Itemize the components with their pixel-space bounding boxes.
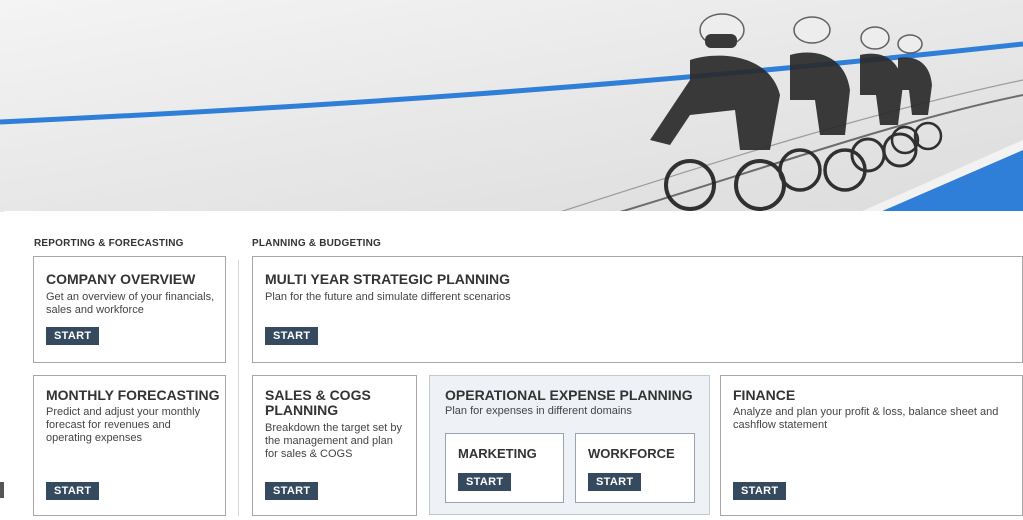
tile-description: sales and workforce [46,304,144,316]
tile-marketing[interactable]: MARKETING START [445,433,564,503]
tile-description: forecast for revenues and [46,419,171,431]
tile-description: the management and plan [265,435,393,447]
section-divider [238,260,239,516]
tile-finance[interactable]: FINANCE Analyze and plan your profit & l… [720,375,1023,516]
tile-description: cashflow statement [733,419,828,431]
tile-title: MONTHLY FORECASTING [46,387,220,403]
tile-description: Get an overview of your financials, [46,291,215,303]
tile-title: COMPANY OVERVIEW [46,271,196,287]
start-button[interactable]: START [458,473,512,491]
tile-title: FINANCE [733,387,796,403]
tile-sales-cogs-planning[interactable]: SALES & COGS PLANNING Breakdown the targ… [252,375,417,516]
start-button[interactable]: START [733,482,787,500]
section-title-planning: PLANNING & BUDGETING [252,238,381,249]
tile-title: MULTI YEAR STRATEGIC PLANNING [265,271,510,287]
hero-banner-image [0,0,1023,212]
scroll-edge-handle [0,482,4,498]
tile-monthly-forecasting[interactable]: MONTHLY FORECASTING Predict and adjust y… [33,375,226,516]
start-button[interactable]: START [588,473,642,491]
start-button[interactable]: START [265,482,319,500]
tile-description: for sales & COGS [265,448,353,460]
tile-description: Breakdown the target set by [265,422,402,434]
tile-title: SALES & COGS [265,387,371,403]
tile-description: operating expenses [46,432,143,444]
start-button[interactable]: START [46,327,100,345]
tile-workforce[interactable]: WORKFORCE START [575,433,695,503]
tile-group-operational-expense-planning: OPERATIONAL EXPENSE PLANNING Plan for ex… [429,375,710,515]
tile-title: WORKFORCE [588,446,675,461]
track-cycling-illustration [0,13,1023,212]
start-button[interactable]: START [46,482,100,500]
section-title-reporting: REPORTING & FORECASTING [34,238,184,249]
tile-title: MARKETING [458,446,537,461]
tile-description: Analyze and plan your profit & loss, bal… [733,406,999,418]
tile-title: PLANNING [265,402,339,418]
group-title: OPERATIONAL EXPENSE PLANNING [445,387,693,403]
tile-multi-year-strategic-planning[interactable]: MULTI YEAR STRATEGIC PLANNING Plan for t… [252,256,1023,363]
tile-company-overview[interactable]: COMPANY OVERVIEW Get an overview of your… [33,256,226,363]
tile-description: Predict and adjust your monthly [46,406,201,418]
tile-description: Plan for the future and simulate differe… [265,291,511,303]
group-description: Plan for expenses in different domains [445,405,632,417]
start-button[interactable]: START [265,327,319,345]
